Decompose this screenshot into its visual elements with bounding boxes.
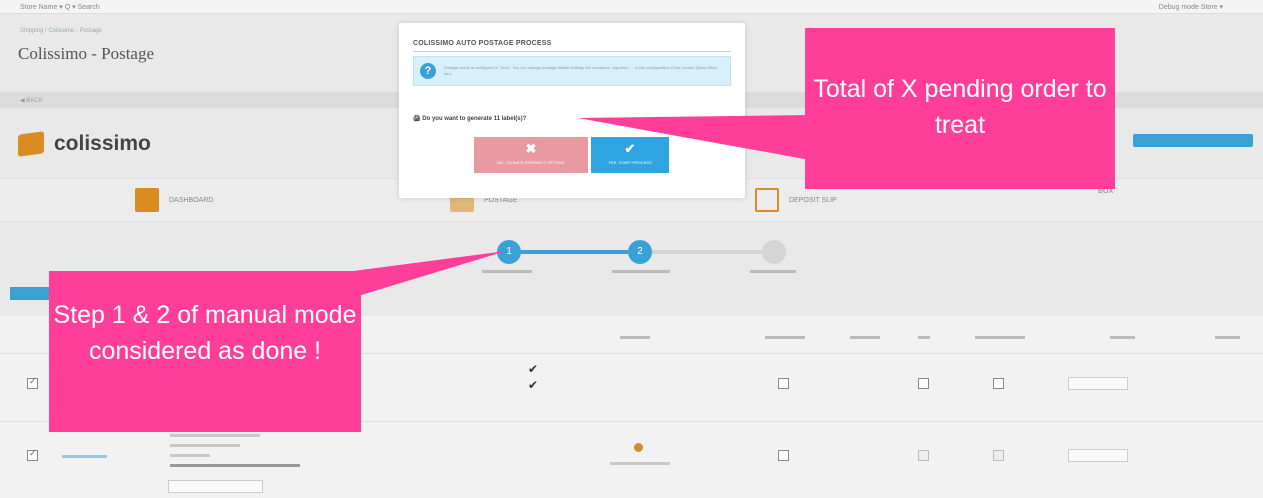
parcel-icon: [18, 131, 44, 157]
logo-text: colissimo: [54, 132, 151, 155]
column-header: [975, 336, 1025, 339]
start-process-label: YES, START PROCESS: [608, 160, 652, 165]
column-header: [765, 336, 805, 339]
header-action-button[interactable]: [1133, 134, 1253, 147]
weight-select[interactable]: [1068, 449, 1128, 462]
pending-orders-callout: Total of X pending order to treat: [805, 28, 1115, 189]
column-header: [918, 336, 930, 339]
page-title: Colissimo - Postage: [18, 44, 155, 63]
address-line: [170, 434, 260, 437]
step-3: [762, 240, 786, 264]
column-header: [620, 336, 650, 339]
generate-labels-question: 🖨 Do you want to generate 11 label(s)?: [413, 116, 527, 122]
weight-select[interactable]: [1068, 377, 1128, 390]
step-connector-done: [518, 250, 628, 254]
auto-postage-modal: COLISSIMO AUTO POSTAGE PROCESS ? Postage…: [399, 23, 745, 198]
colissimo-logo: colissimo: [18, 130, 151, 158]
option-checkbox[interactable]: [918, 450, 929, 461]
back-link[interactable]: ◀ BACK: [20, 97, 43, 104]
order-reference[interactable]: [62, 455, 107, 458]
modal-title: COLISSIMO AUTO POSTAGE PROCESS: [413, 40, 552, 47]
service-select[interactable]: [168, 480, 263, 493]
start-process-button[interactable]: ✔ YES, START PROCESS: [591, 137, 669, 173]
tab-label: BOX: [1098, 188, 1114, 195]
check-icon: ✔: [624, 141, 636, 156]
top-bar: Store Name ▾ Q ▾ Search Debug mode Store…: [0, 0, 1263, 14]
dashboard-icon: [135, 188, 159, 212]
option-checkbox[interactable]: [778, 378, 789, 389]
tab-box[interactable]: BOX: [1098, 188, 1113, 195]
info-text: Postage mode is configured to "Auto". Yo…: [444, 65, 718, 76]
column-header: [850, 336, 880, 339]
tab-deposit-slip[interactable]: DEPOSIT SLIP: [755, 188, 837, 212]
step-2-label: [612, 270, 670, 273]
go-back-label: NO, GO BACK SHIPMENT OPTIONS: [497, 160, 565, 165]
option-checkbox[interactable]: [778, 450, 789, 461]
option-checkbox[interactable]: [993, 450, 1004, 461]
info-alert: ? Postage mode is configured to "Auto". …: [413, 56, 731, 86]
check-icon: ✔: [528, 362, 539, 376]
option-checkbox[interactable]: [993, 378, 1004, 389]
step-1: 1: [497, 240, 521, 264]
address-line: [170, 464, 300, 467]
service-label: [610, 462, 670, 465]
top-bar-right[interactable]: Debug mode Store ▾: [1159, 3, 1223, 11]
go-back-button[interactable]: ✖ NO, GO BACK SHIPMENT OPTIONS: [474, 137, 588, 173]
column-header: [1110, 336, 1135, 339]
tab-label: DASHBOARD: [169, 196, 214, 204]
step-1-label: [482, 270, 532, 273]
column-header: [1215, 336, 1240, 339]
tab-label: DEPOSIT SLIP: [789, 196, 837, 204]
close-icon: ✖: [525, 141, 537, 156]
tab-dashboard[interactable]: DASHBOARD: [135, 188, 213, 212]
table-row: [0, 422, 1263, 498]
step-2: 2: [628, 240, 652, 264]
address-line: [170, 444, 240, 447]
question-icon: ?: [420, 63, 436, 79]
warning-icon: [634, 443, 643, 452]
shop-selector[interactable]: Store Name ▾ Q ▾ Search: [20, 3, 100, 11]
option-checkbox[interactable]: [918, 378, 929, 389]
row-checkbox[interactable]: [27, 448, 38, 461]
side-tab[interactable]: [10, 287, 50, 300]
step-3-label: [750, 270, 796, 273]
step-connector-pending: [652, 250, 762, 254]
address-line: [170, 454, 210, 457]
divider: [413, 51, 731, 52]
row-checkbox[interactable]: [27, 376, 38, 389]
steps-done-callout: Step 1 & 2 of manual mode considered as …: [49, 271, 361, 432]
breadcrumb: Shipping / Colissimo - Postage: [20, 28, 102, 34]
deposit-slip-icon: [755, 188, 779, 212]
check-icon: ✔: [528, 378, 539, 392]
